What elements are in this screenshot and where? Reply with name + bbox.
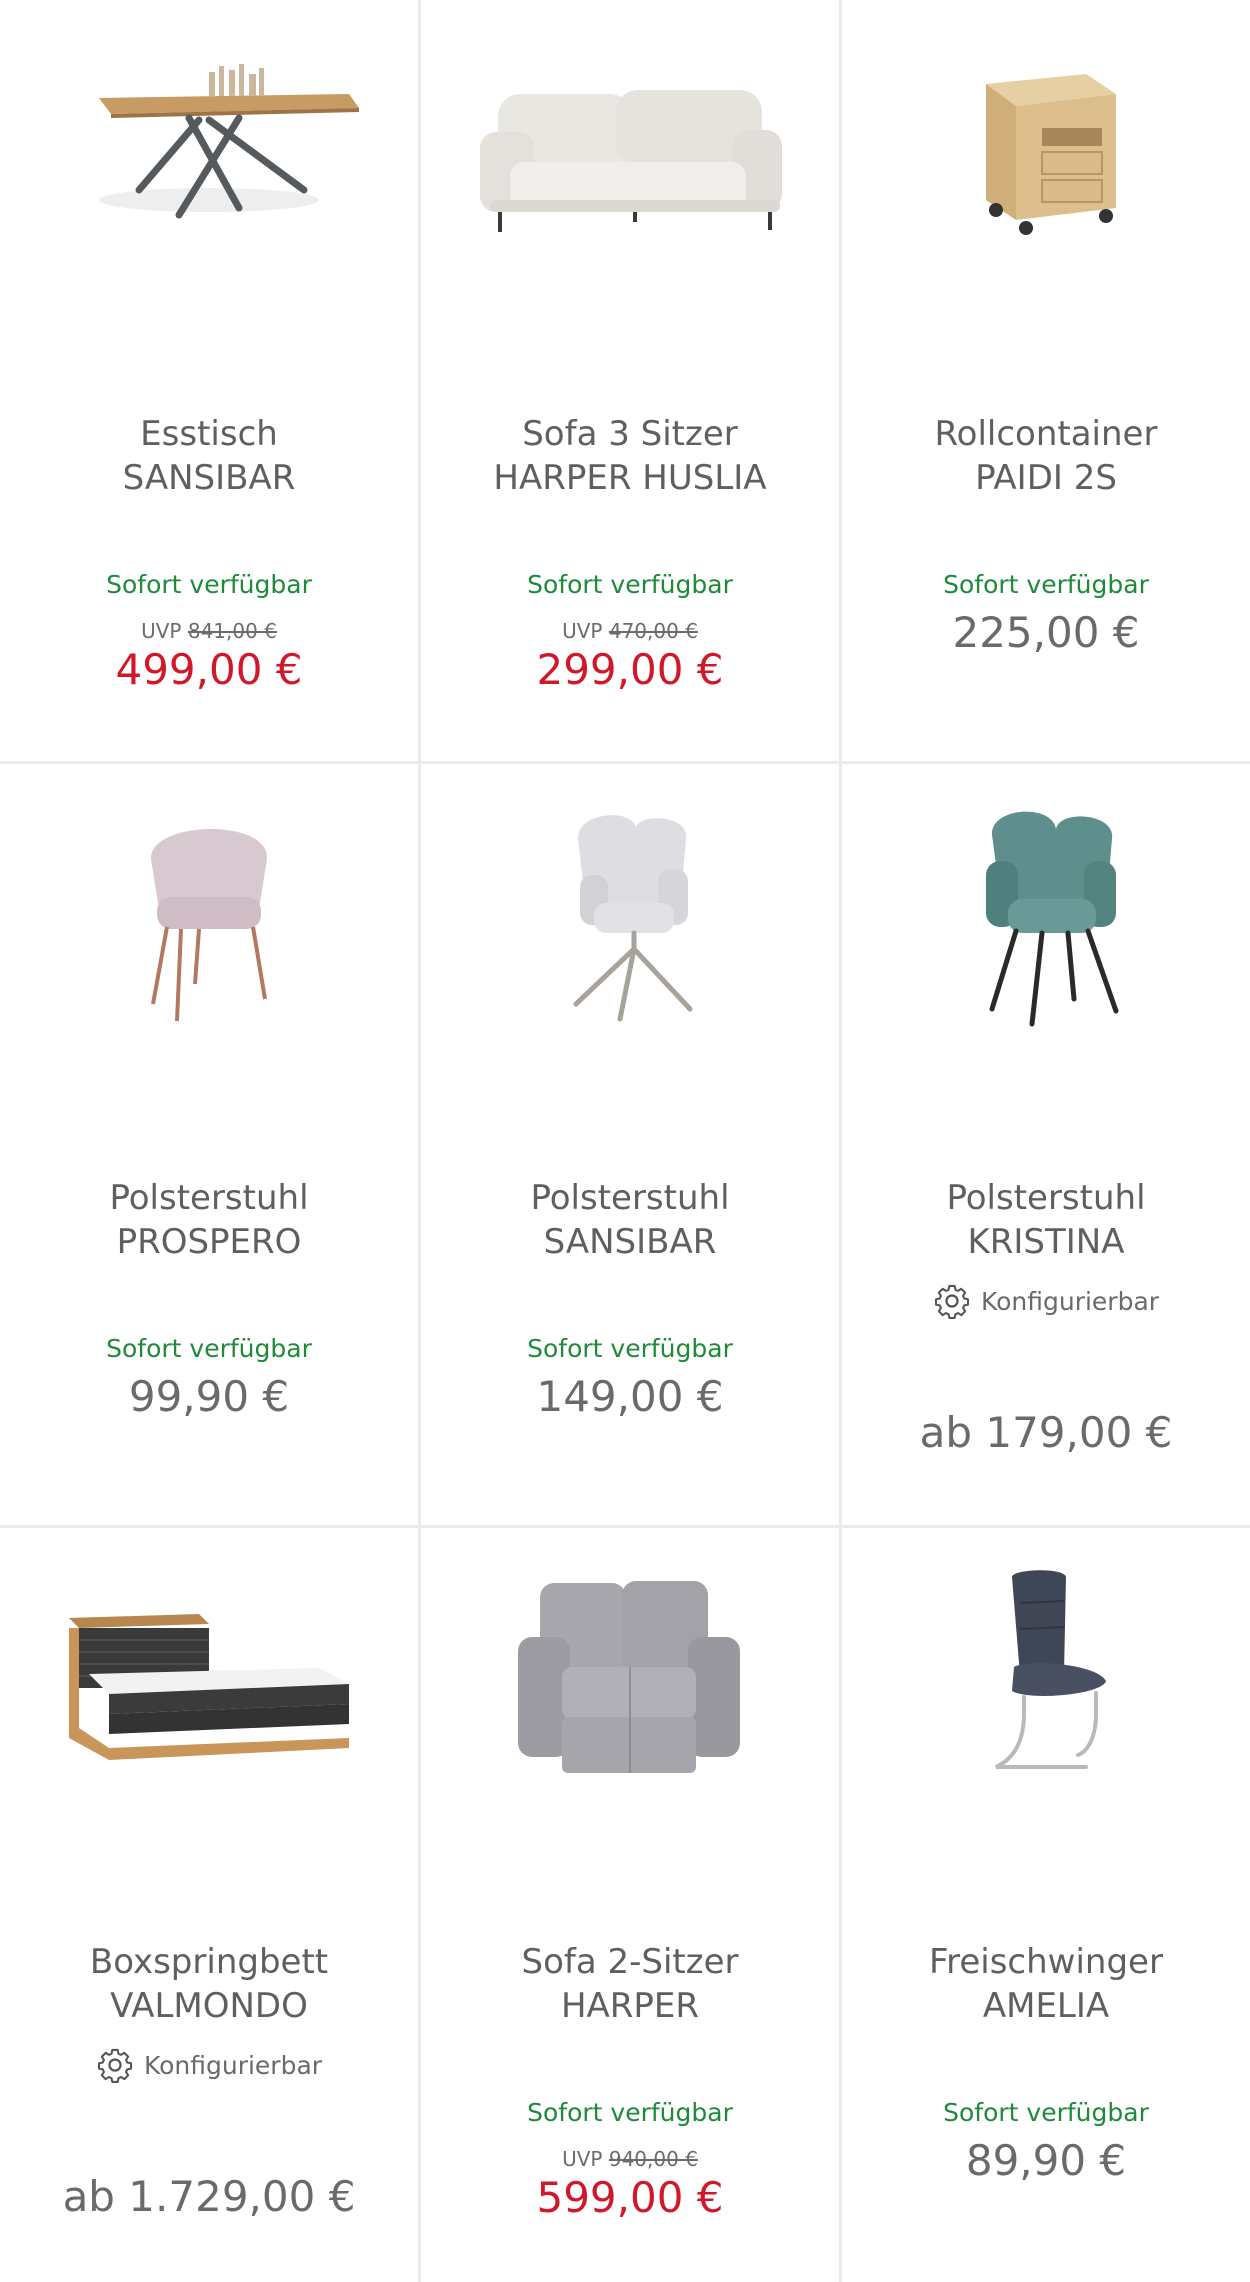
availability-label: Sofort verfügbar bbox=[106, 570, 312, 599]
product-title-line2: SANSIBAR bbox=[543, 1222, 717, 1262]
product-image[interactable] bbox=[0, 0, 418, 300]
availability-label: Sofort verfügbar bbox=[527, 1334, 733, 1363]
product-title-line1: Sofa 2-Sitzer bbox=[521, 1942, 739, 1982]
product-card[interactable]: Polsterstuhl KRISTINA Konfigurierbar ab … bbox=[842, 764, 1250, 1525]
gear-icon bbox=[97, 2048, 132, 2083]
configurable-label[interactable]: Konfigurierbar bbox=[0, 2046, 418, 2084]
uvp-prefix: UVP bbox=[562, 2147, 603, 2171]
product-title-line1: Polsterstuhl bbox=[530, 1178, 730, 1218]
product-image[interactable] bbox=[421, 1528, 839, 1828]
product-title[interactable]: Rollcontainer PAIDI 2S bbox=[842, 412, 1250, 500]
sale-price: 299,00 € bbox=[536, 645, 724, 694]
product-title-line2: KRISTINA bbox=[967, 1222, 1125, 1262]
boxspring-bed-image bbox=[69, 1614, 349, 1760]
product-image[interactable] bbox=[421, 0, 839, 300]
product-title-line2: PAIDI 2S bbox=[975, 458, 1117, 498]
product-title-line1: Freischwinger bbox=[929, 1942, 1163, 1982]
availability-label: Sofort verfügbar bbox=[943, 570, 1149, 599]
product-image[interactable] bbox=[842, 764, 1250, 1064]
product-title-line1: Rollcontainer bbox=[934, 414, 1158, 454]
uvp-label: UVP 841,00 € bbox=[0, 619, 418, 643]
uvp-price: 470,00 € bbox=[608, 619, 698, 643]
product-title[interactable]: Sofa 2-Sitzer HARPER bbox=[421, 1940, 839, 2028]
product-title[interactable]: Polsterstuhl KRISTINA bbox=[842, 1176, 1250, 1264]
product-title-line1: Sofa 3 Sitzer bbox=[522, 414, 738, 454]
product-title[interactable]: Sofa 3 Sitzer HARPER HUSLIA bbox=[421, 412, 839, 500]
product-grid: Esstisch SANSIBAR Sofort verfügbar UVP 8… bbox=[0, 0, 1250, 2282]
configurable-text: Konfigurierbar bbox=[143, 2050, 323, 2080]
gear-icon bbox=[934, 1284, 969, 1319]
product-card[interactable]: Rollcontainer PAIDI 2S Sofort verfügbar … bbox=[842, 0, 1250, 761]
recliner-sofa-image bbox=[518, 1581, 740, 1773]
product-card[interactable]: Boxspringbett VALMONDO Konfigurierbar ab… bbox=[0, 1528, 418, 2282]
price: 99,90 € bbox=[128, 1372, 290, 1421]
product-image[interactable] bbox=[0, 764, 418, 1064]
product-title-line2: PROSPERO bbox=[116, 1222, 302, 1262]
product-image[interactable] bbox=[421, 764, 839, 1064]
product-card[interactable]: Freischwinger AMELIA Sofort verfügbar 89… bbox=[842, 1528, 1250, 2282]
product-title-line2: HARPER bbox=[560, 1986, 700, 2026]
pink-chair-image bbox=[150, 828, 268, 1022]
product-title-line1: Esstisch bbox=[140, 414, 278, 454]
product-title[interactable]: Polsterstuhl PROSPERO bbox=[0, 1176, 418, 1264]
product-card[interactable]: Esstisch SANSIBAR Sofort verfügbar UVP 8… bbox=[0, 0, 418, 761]
product-title-line2: HARPER HUSLIA bbox=[493, 458, 767, 498]
price: 89,90 € bbox=[965, 2136, 1127, 2185]
price: 225,00 € bbox=[952, 608, 1140, 657]
product-title[interactable]: Boxspringbett VALMONDO bbox=[0, 1940, 418, 2028]
product-title[interactable]: Esstisch SANSIBAR bbox=[0, 412, 418, 500]
sofa-three-seater-image bbox=[480, 90, 782, 232]
grey-swivel-chair-image bbox=[573, 815, 693, 1022]
product-image[interactable] bbox=[842, 0, 1250, 300]
availability-label: Sofort verfügbar bbox=[106, 1334, 312, 1363]
uvp-label: UVP 940,00 € bbox=[421, 2147, 839, 2171]
product-title[interactable]: Polsterstuhl SANSIBAR bbox=[421, 1176, 839, 1264]
price: ab 179,00 € bbox=[919, 1408, 1173, 1457]
product-card[interactable]: Sofa 2-Sitzer HARPER Sofort verfügbar UV… bbox=[421, 1528, 839, 2282]
product-card[interactable]: Polsterstuhl PROSPERO Sofort verfügbar 9… bbox=[0, 764, 418, 1525]
uvp-label: UVP 470,00 € bbox=[421, 619, 839, 643]
product-title-line2: VALMONDO bbox=[110, 1986, 308, 2026]
product-image[interactable] bbox=[842, 1528, 1250, 1828]
price: ab 1.729,00 € bbox=[62, 2172, 356, 2221]
teal-chair-image bbox=[986, 811, 1119, 1027]
uvp-prefix: UVP bbox=[141, 619, 182, 643]
uvp-price: 841,00 € bbox=[187, 619, 277, 643]
rolling-cabinet-image bbox=[986, 74, 1116, 235]
dining-table-image bbox=[99, 64, 359, 219]
product-title-line1: Polsterstuhl bbox=[946, 1178, 1146, 1218]
product-title[interactable]: Freischwinger AMELIA bbox=[842, 1940, 1250, 2028]
product-card[interactable]: Sofa 3 Sitzer HARPER HUSLIA Sofort verfü… bbox=[421, 0, 839, 761]
uvp-price: 940,00 € bbox=[608, 2147, 698, 2171]
configurable-label[interactable]: Konfigurierbar bbox=[842, 1282, 1250, 1320]
availability-label: Sofort verfügbar bbox=[527, 2098, 733, 2127]
price: 149,00 € bbox=[536, 1372, 724, 1421]
availability-label: Sofort verfügbar bbox=[527, 570, 733, 599]
product-card[interactable]: Polsterstuhl SANSIBAR Sofort verfügbar 1… bbox=[421, 764, 839, 1525]
product-title-line2: SANSIBAR bbox=[122, 458, 296, 498]
product-title-line1: Boxspringbett bbox=[89, 1942, 329, 1982]
uvp-prefix: UVP bbox=[562, 619, 603, 643]
sale-price: 499,00 € bbox=[115, 645, 303, 694]
cantilever-chair-image bbox=[995, 1570, 1106, 1769]
sale-price: 599,00 € bbox=[536, 2173, 724, 2222]
configurable-text: Konfigurierbar bbox=[980, 1286, 1160, 1316]
availability-label: Sofort verfügbar bbox=[943, 2098, 1149, 2127]
product-title-line1: Polsterstuhl bbox=[109, 1178, 309, 1218]
product-title-line2: AMELIA bbox=[982, 1986, 1110, 2026]
product-image[interactable] bbox=[0, 1528, 418, 1828]
